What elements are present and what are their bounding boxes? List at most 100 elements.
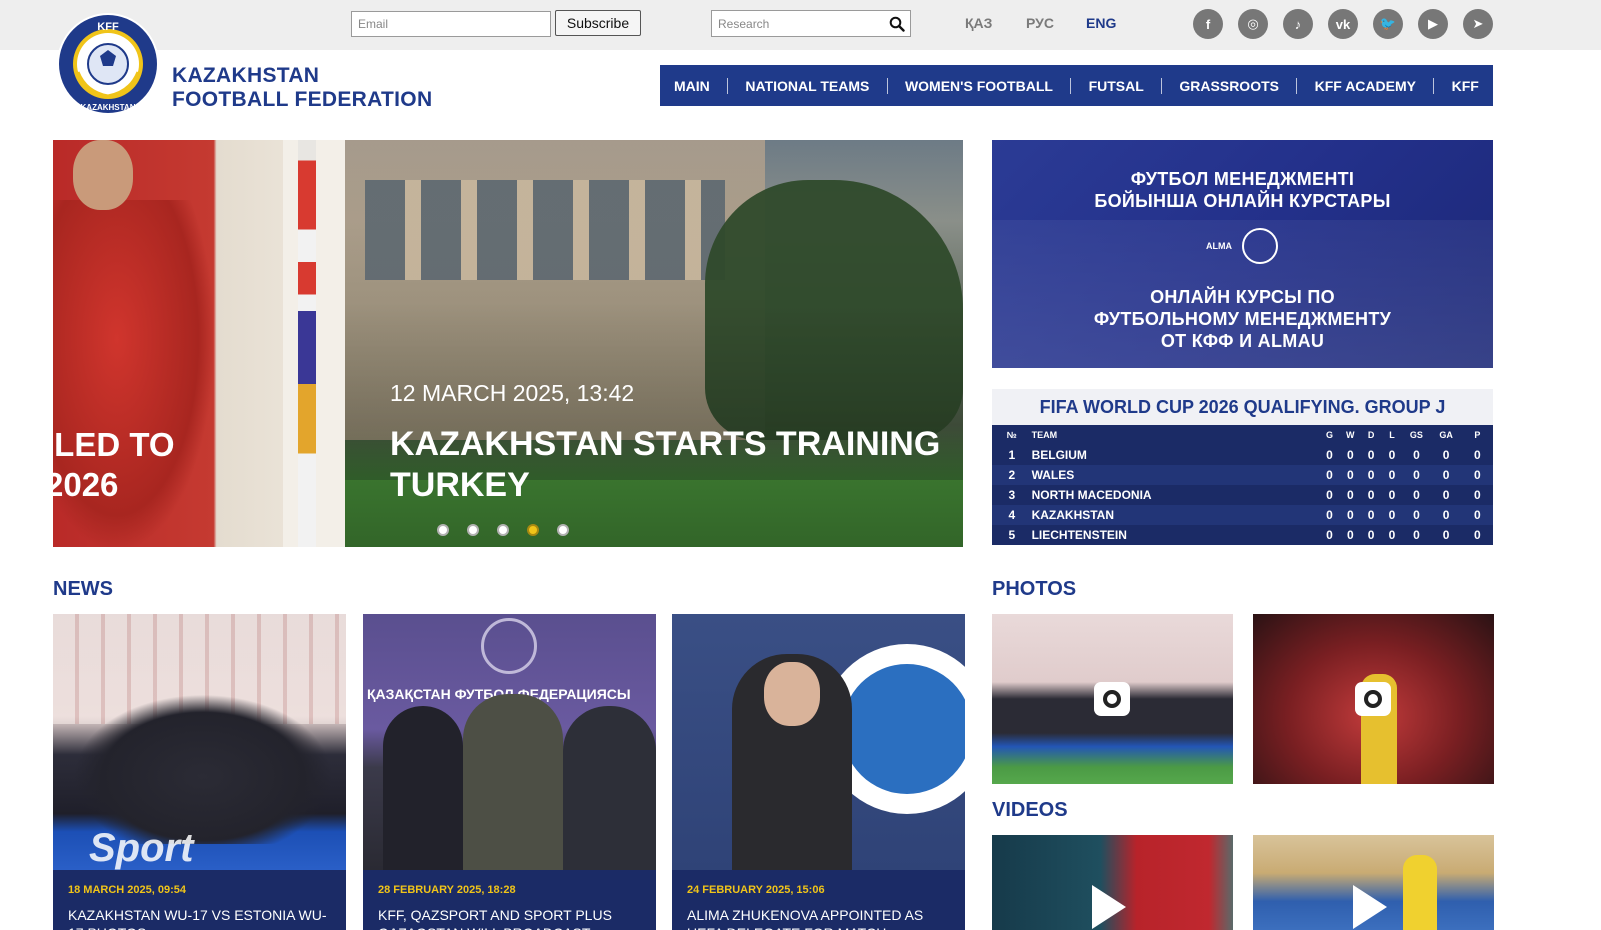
search-icon[interactable]	[889, 16, 905, 32]
news-photo-broadcast: ҚАЗАҚСТАН ФУТБОЛ ФЕДЕРАЦИЯСЫ	[363, 614, 656, 870]
nav-main[interactable]: MAIN	[674, 78, 710, 94]
stat-cell: 0	[1326, 448, 1333, 462]
email-field[interactable]	[351, 11, 551, 37]
kff-wall-emblem	[481, 618, 537, 674]
lang-rus[interactable]: РУС	[1026, 15, 1054, 31]
nav-divider	[1161, 77, 1163, 94]
nav-futsal[interactable]: FUTSAL	[1089, 78, 1144, 94]
standings-row[interactable]: 2 WALES 0 0 0 0 0 0 0	[992, 465, 1493, 485]
stat-cell: 0	[1442, 488, 1450, 502]
col-team: TEAM	[1031, 430, 1058, 440]
stat-cell: 0	[1319, 465, 1340, 485]
slider-dot-active[interactable]	[527, 524, 539, 536]
stat-cell: 0	[1402, 505, 1431, 525]
banner-logos: ALMA	[1202, 224, 1282, 268]
telegram-icon[interactable]: ➤	[1463, 9, 1493, 39]
banner-line-2: БОЙЫНША ОНЛАЙН КУРСТАРЫ	[1094, 191, 1391, 211]
stat-cell: 0	[1388, 528, 1396, 542]
nav-womens-football[interactable]: WOMEN'S FOOTBALL	[905, 78, 1053, 94]
video-tile[interactable]	[992, 835, 1233, 930]
facebook-icon[interactable]: f	[1193, 9, 1223, 39]
play-icon	[1092, 885, 1126, 929]
stat-cell: 0	[1388, 488, 1396, 502]
stat-cell: 0	[1367, 528, 1375, 542]
search-input[interactable]	[712, 11, 882, 36]
col-points: P	[1474, 430, 1481, 440]
site-title-line2: FOOTBALL FEDERATION	[172, 88, 433, 111]
lang-kaz[interactable]: ҚАЗ	[965, 15, 992, 31]
standings-row[interactable]: 1 BELGIUM 0 0 0 0 0 0 0	[992, 445, 1493, 465]
stat-cell: 0	[1461, 505, 1493, 525]
stat-cell: 0	[1474, 488, 1481, 502]
nav-national-teams[interactable]: NATIONAL TEAMS	[745, 78, 869, 94]
stat-cell: 0	[1346, 448, 1354, 462]
news-card[interactable]: ҚАЗАҚСТАН ФУТБОЛ ФЕДЕРАЦИЯСЫ 28 FEBRUARY…	[363, 614, 656, 930]
slide-current[interactable]: 12 MARCH 2025, 13:42 KAZAKHSTAN STARTS T…	[345, 140, 963, 547]
youtube-icon[interactable]: ▶	[1418, 9, 1448, 39]
slider-dot[interactable]	[467, 524, 479, 536]
col-losses: L	[1389, 430, 1395, 440]
stat-cell: 0	[1430, 465, 1462, 485]
standings-title[interactable]: FIFA WORLD CUP 2026 QUALIFYING. GROUP J	[992, 389, 1493, 425]
nav-kff[interactable]: KFF	[1452, 78, 1479, 94]
slider-dot[interactable]	[557, 524, 569, 536]
twitter-icon[interactable]: 🐦	[1373, 9, 1403, 39]
slider-dot[interactable]	[497, 524, 509, 536]
standings-row[interactable]: 4 KAZAKHSTAN 0 0 0 0 0 0 0	[992, 505, 1493, 525]
photo-gallery-tile[interactable]	[992, 614, 1233, 784]
online-courses-banner[interactable]: ФУТБОЛ МЕНЕДЖМЕНТІ БОЙЫНША ОНЛАЙН КУРСТА…	[992, 140, 1493, 368]
nav-divider	[1433, 77, 1435, 94]
team-name: WALES	[1031, 465, 1320, 485]
news-card[interactable]: Sport 18 MARCH 2025, 09:54 KAZAKHSTAN WU…	[53, 614, 346, 930]
nav-divider	[727, 77, 729, 94]
team-position: 4	[992, 505, 1032, 525]
photos-heading[interactable]: PHOTOS	[992, 578, 1076, 601]
standings-row[interactable]: 5 LIECHTENSTEIN 0 0 0 0 0 0 0	[992, 525, 1493, 545]
hero-slider[interactable]: ILED TO 2026 12 MARCH 2025, 13:42 KAZAKH…	[53, 140, 963, 547]
news-card[interactable]: 24 FEBRUARY 2025, 15:06 ALIMA ZHUKENOVA …	[672, 614, 965, 930]
team-position: 5	[1008, 528, 1016, 542]
tiktok-icon[interactable]: ♪	[1283, 9, 1313, 39]
team-position: 1	[1008, 448, 1016, 462]
site-title[interactable]: KAZAKHSTAN FOOTBALL FEDERATION	[172, 64, 432, 112]
videos-heading[interactable]: VIDEOS	[992, 799, 1068, 822]
almau-logo: ALMA	[1206, 241, 1232, 251]
stat-cell: 0	[1413, 488, 1420, 502]
video-tile[interactable]	[1253, 835, 1494, 930]
stat-cell: 0	[1474, 448, 1481, 462]
photo-gallery-tile[interactable]	[1253, 614, 1494, 784]
col-goals-against: GA	[1439, 430, 1453, 440]
news-title[interactable]: ALIMA ZHUKENOVA APPOINTED AS UEFA DELEGA…	[687, 906, 950, 930]
logo-kff-text: KFF	[97, 21, 119, 33]
previous-slide-title: ILED TO 2026	[53, 426, 175, 503]
logo-kazakhstan-text: KAZAKHSTAN	[81, 103, 136, 112]
stat-cell: 0	[1381, 465, 1403, 485]
standings-row[interactable]: 3 NORTH MACEDONIA 0 0 0 0 0 0 0	[992, 485, 1493, 505]
banner-line-3: ОНЛАЙН КУРСЫ ПО	[1150, 287, 1335, 307]
vk-icon[interactable]: vk	[1328, 9, 1358, 39]
team-position: 3	[1008, 488, 1016, 502]
subscribe-button[interactable]: Subscribe	[555, 10, 641, 36]
kff-logo[interactable]: KFF KAZAKHSTAN	[56, 12, 160, 116]
photo-camera-icon	[1355, 682, 1391, 716]
nav-kff-academy[interactable]: KFF ACADEMY	[1315, 78, 1416, 94]
lang-eng[interactable]: ENG	[1086, 15, 1116, 31]
stat-cell: 0	[1360, 505, 1382, 525]
slide-title: KAZAKHSTAN STARTS TRAINING TURKEY	[390, 425, 941, 504]
stat-cell: 0	[1461, 465, 1493, 485]
slider-dot[interactable]	[437, 524, 449, 536]
stat-cell: 0	[1430, 505, 1462, 525]
slide-previous[interactable]: ILED TO 2026	[53, 140, 345, 547]
team-name: BELGIUM	[1031, 448, 1087, 462]
team-name: KAZAKHSTAN	[1031, 505, 1320, 525]
stat-cell: 0	[1413, 448, 1420, 462]
news-title[interactable]: KFF, QAZSPORT AND SPORT PLUS QAZAQSTAN W…	[378, 906, 641, 930]
nav-grassroots[interactable]: GRASSROOTS	[1179, 78, 1279, 94]
news-heading[interactable]: NEWS	[53, 578, 113, 601]
news-date: 24 FEBRUARY 2025, 15:06	[687, 884, 825, 896]
news-title[interactable]: KAZAKHSTAN WU-17 VS ESTONIA WU-17 PHOTOS	[68, 906, 331, 930]
instagram-icon[interactable]: ◎	[1238, 9, 1268, 39]
standings-table: № TEAM G W D L GS GA P 1 BELGIUM 0 0 0 0 0 0 0 2 W…	[992, 425, 1493, 545]
main-nav: MAIN NATIONAL TEAMS WOMEN'S FOOTBALL FUT…	[660, 65, 1493, 106]
top-bar: Subscribe ҚАЗ РУС ENG f ◎ ♪ vk 🐦 ▶ ➤	[0, 0, 1601, 50]
